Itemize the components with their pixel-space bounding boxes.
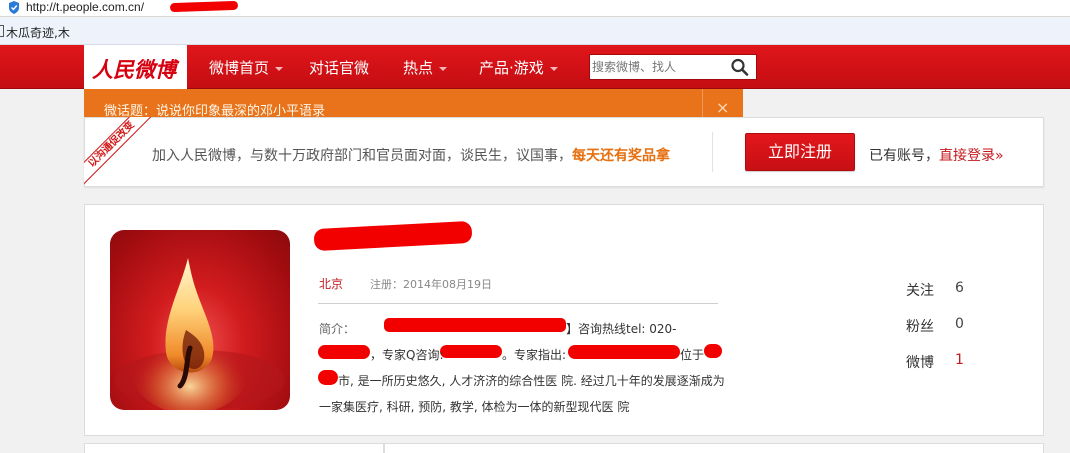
redaction-mark bbox=[440, 345, 502, 358]
intro-text: 位于 bbox=[680, 348, 705, 362]
intro-text: 市, 是一所历史悠久, 人才济济的综合性医 院. 经过几十年的发展逐渐成为 bbox=[338, 374, 725, 388]
search-icon[interactable] bbox=[730, 58, 750, 76]
ribbon: 以沟通促改变 bbox=[84, 117, 154, 187]
chevron-down-icon bbox=[275, 66, 284, 71]
intro-text: 】咨询热线tel: 020- bbox=[566, 322, 677, 336]
logo-text: 人民微博 bbox=[92, 57, 176, 82]
stat-following-label: 关注 bbox=[906, 283, 934, 299]
divider bbox=[318, 303, 718, 304]
redaction-mark bbox=[704, 344, 722, 358]
stat-fans-count[interactable]: 0 bbox=[955, 316, 964, 332]
intro-label: 简介： bbox=[319, 322, 356, 336]
redaction-mark bbox=[384, 318, 566, 332]
register-highlight: 每天还有奖品拿 bbox=[572, 148, 670, 164]
bookmarks-bar: 木瓜奇迹,木 bbox=[0, 18, 1070, 45]
candle-flame-icon bbox=[115, 258, 285, 410]
redaction-mark bbox=[318, 370, 338, 385]
login-link[interactable]: 直接登录» bbox=[939, 148, 1004, 164]
intro-text: 一家集医疗, 科研, 预防, 教学, 体检为一体的新型现代医 院 bbox=[319, 400, 630, 414]
bookmark-item[interactable]: 木瓜奇迹,木 bbox=[6, 24, 70, 41]
address-bar[interactable]: http://t.people.com.cn/ bbox=[0, 0, 1070, 17]
ribbon-label: 以沟通促改变 bbox=[84, 117, 154, 187]
redaction-mark bbox=[318, 345, 370, 359]
login-prompt: 已有账号，直接登录» bbox=[869, 145, 1004, 165]
nav-label: 对话官微 bbox=[309, 59, 370, 77]
nav-weibo-home[interactable]: 微博首页 bbox=[209, 58, 284, 78]
chevron-down-icon bbox=[439, 66, 448, 71]
stat-weibo-count[interactable]: 1 bbox=[955, 352, 964, 368]
address-url[interactable]: http://t.people.com.cn/ bbox=[26, 0, 144, 15]
redaction-mark bbox=[169, 0, 239, 13]
stat-following-count[interactable]: 6 bbox=[955, 280, 964, 296]
stat-weibo-label: 微博 bbox=[906, 355, 934, 371]
sidebar-card bbox=[84, 443, 384, 453]
nav-dialogue[interactable]: 对话官微 bbox=[309, 58, 369, 78]
shield-icon bbox=[9, 1, 19, 14]
register-promo-text: 加入人民微博，与数十万政府部门和官员面对面，谈民生，议国事，每天还有奖品拿 bbox=[152, 145, 670, 165]
avatar[interactable] bbox=[110, 230, 290, 410]
nav-label: 产品·游戏 bbox=[479, 59, 544, 77]
intro-text: 。专家指出: bbox=[502, 348, 567, 362]
nav-label: 热点 bbox=[403, 59, 434, 77]
register-text: 加入人民微博，与数十万政府部门和官员面对面，谈民生，议国事， bbox=[152, 148, 572, 164]
site-logo[interactable]: 人民微博 bbox=[84, 45, 187, 89]
has-account-text: 已有账号， bbox=[869, 148, 939, 164]
bookmark-icon bbox=[0, 25, 4, 37]
intro-text: ，专家Q咨询: bbox=[370, 348, 444, 362]
divider bbox=[712, 132, 713, 172]
profile-registered: 注册：2014年08月19日 bbox=[370, 278, 492, 291]
search-box bbox=[589, 54, 757, 80]
nav-label: 微博首页 bbox=[209, 59, 270, 77]
nav-hot[interactable]: 热点 bbox=[403, 58, 448, 78]
stat-fans-label: 粉丝 bbox=[906, 319, 934, 335]
feed-card bbox=[384, 443, 1044, 453]
profile-location[interactable]: 北京 bbox=[319, 275, 343, 292]
register-button[interactable]: 立即注册 bbox=[745, 133, 855, 171]
nav-products-games[interactable]: 产品·游戏 bbox=[479, 58, 558, 78]
redaction-mark bbox=[568, 345, 680, 359]
search-input[interactable] bbox=[592, 57, 724, 77]
close-icon[interactable]: × bbox=[716, 98, 729, 118]
chevron-down-icon bbox=[549, 66, 558, 71]
